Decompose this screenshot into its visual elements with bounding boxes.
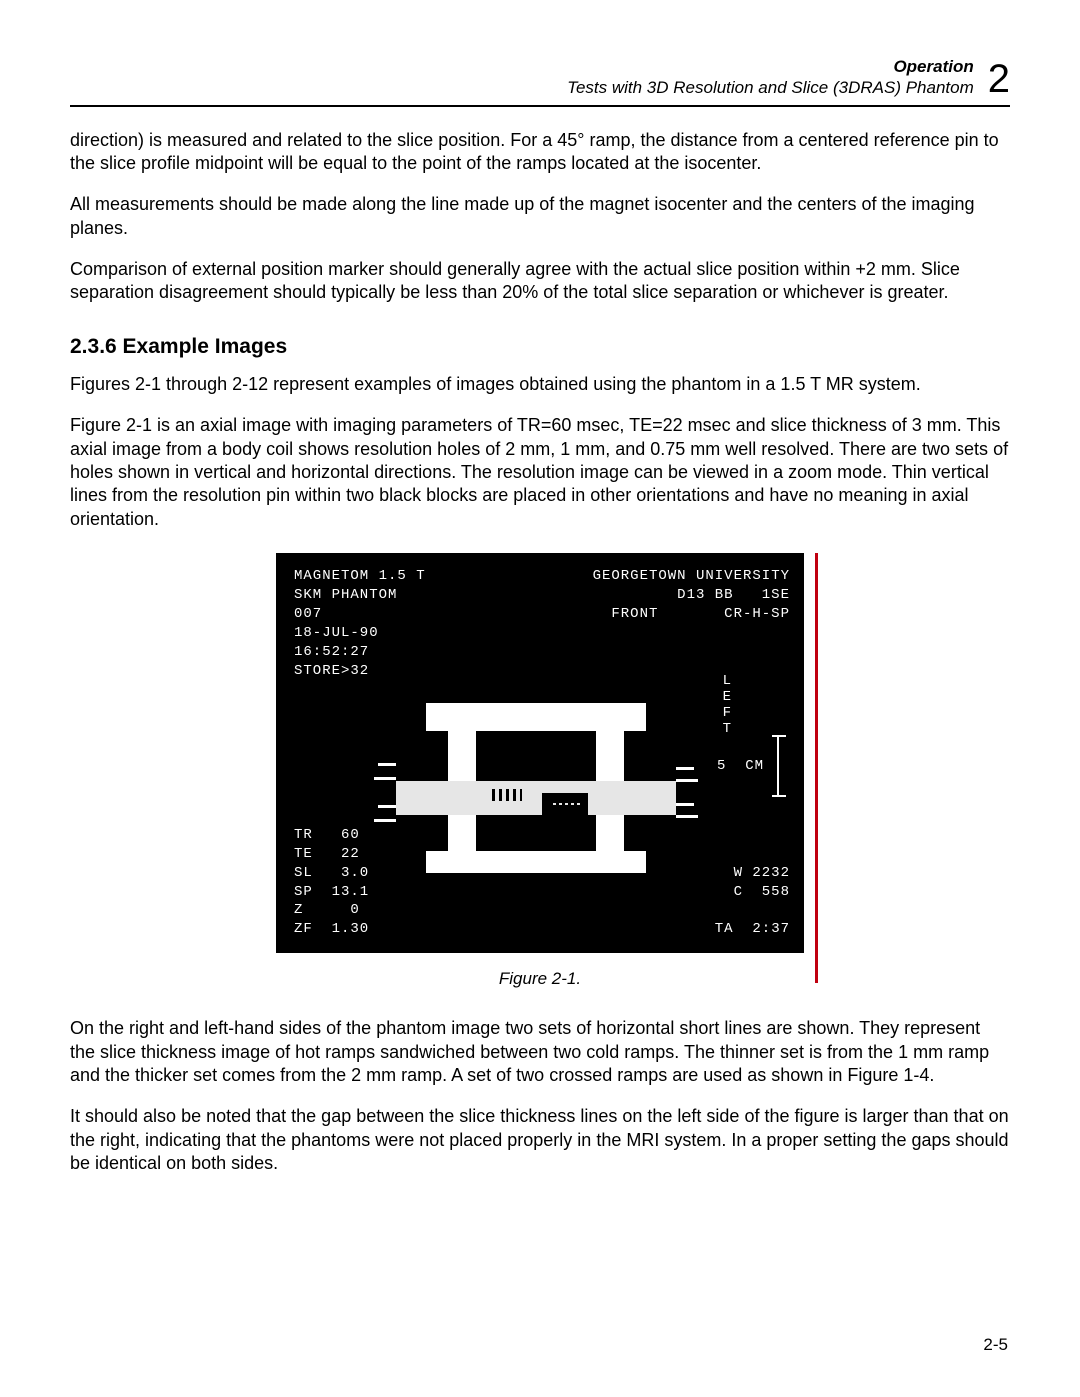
figure-2-1: MAGNETOM 1.5 T SKM PHANTOM 007 18-JUL-90… — [70, 553, 1010, 989]
paragraph: Figures 2-1 through 2-12 represent examp… — [70, 373, 1010, 396]
figure-edge-marker — [815, 553, 818, 983]
mri-overlay-top-left: MAGNETOM 1.5 T SKM PHANTOM 007 18-JUL-90… — [294, 567, 426, 680]
mri-screenshot: MAGNETOM 1.5 T SKM PHANTOM 007 18-JUL-90… — [276, 553, 804, 953]
paragraph: It should also be noted that the gap bet… — [70, 1105, 1010, 1175]
body-text: direction) is measured and related to th… — [70, 129, 1010, 1176]
paragraph: Comparison of external position marker s… — [70, 258, 1010, 305]
mri-scale-bar — [777, 735, 779, 797]
paragraph: Figure 2-1 is an axial image with imagin… — [70, 414, 1010, 531]
paragraph: direction) is measured and related to th… — [70, 129, 1010, 176]
mri-overlay-left-label: L E F T — [723, 673, 732, 737]
section-heading: 2.3.6 Example Images — [70, 335, 1010, 359]
mri-scale-tick — [772, 735, 786, 737]
header-text: Operation Tests with 3D Resolution and S… — [567, 56, 974, 99]
paragraph: On the right and left-hand sides of the … — [70, 1017, 1010, 1087]
header-subtitle: Tests with 3D Resolution and Slice (3DRA… — [567, 78, 974, 97]
mri-overlay-top-right: GEORGETOWN UNIVERSITY D13 BB 1SE FRONT C… — [593, 567, 790, 624]
paragraph: All measurements should be made along th… — [70, 193, 1010, 240]
page-header: Operation Tests with 3D Resolution and S… — [70, 56, 1010, 107]
header-section: Operation — [893, 57, 973, 76]
mri-scale-tick — [772, 795, 786, 797]
mri-scale-label: 5 CM — [717, 758, 764, 774]
mri-overlay-bottom-right: W 2232 C 558 TA 2:37 — [715, 864, 790, 940]
chapter-number: 2 — [988, 59, 1010, 99]
phantom-graphic — [396, 703, 676, 873]
page-number: 2-5 — [983, 1335, 1008, 1355]
mri-overlay-bottom-left: TR 60 TE 22 SL 3.0 SP 13.1 Z 0 ZF 1.30 — [294, 826, 369, 939]
figure-caption: Figure 2-1. — [499, 969, 581, 989]
document-page: Operation Tests with 3D Resolution and S… — [0, 0, 1080, 1397]
